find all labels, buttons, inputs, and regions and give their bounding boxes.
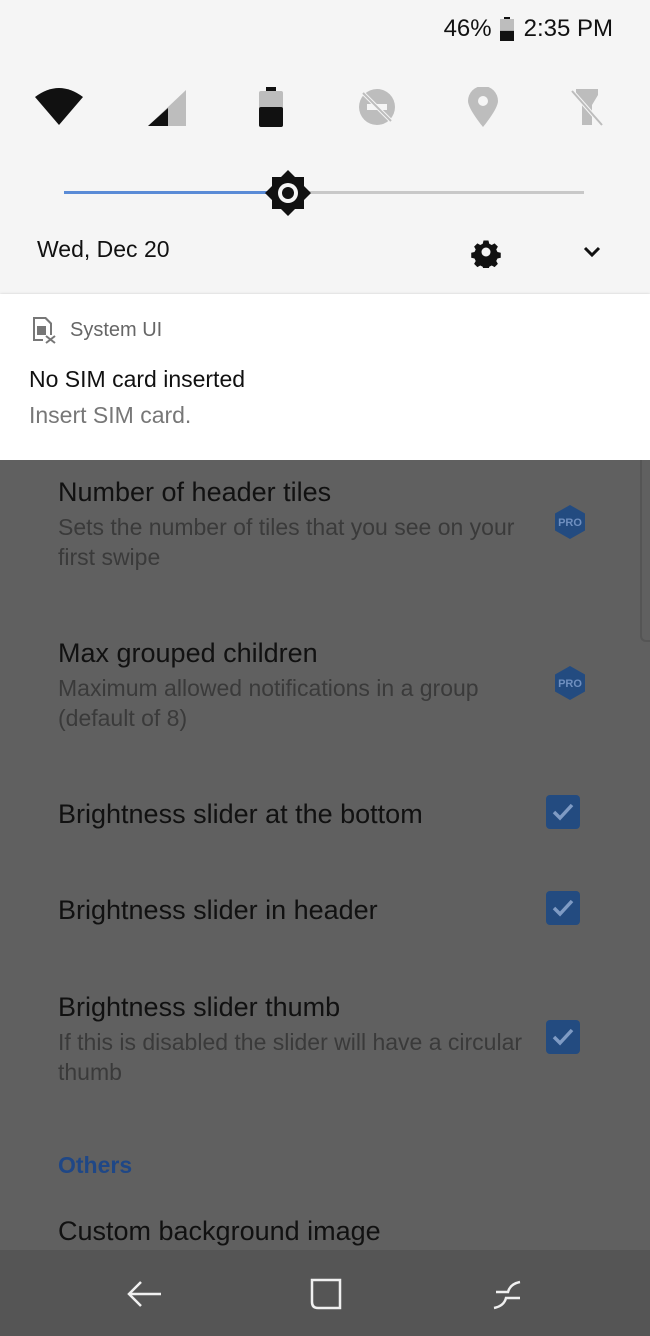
back-arrow-icon[interactable] <box>125 1274 165 1314</box>
brightness-track-fill <box>64 191 288 194</box>
notification-card[interactable]: System UI No SIM card inserted Insert SI… <box>0 294 650 460</box>
navigation-bar <box>0 1250 650 1336</box>
home-square-icon[interactable] <box>306 1274 346 1314</box>
setting-brightness-bottom[interactable]: Brightness slider at the bottom <box>58 798 528 830</box>
settings-list[interactable]: Number of header tiles Sets the number o… <box>0 460 650 1250</box>
setting-brightness-header[interactable]: Brightness slider in header <box>58 894 528 926</box>
scrollbar[interactable] <box>640 460 650 642</box>
sim-card-icon <box>33 317 56 344</box>
checkbox-brightness-header[interactable] <box>546 891 580 925</box>
setting-max-grouped-children[interactable]: Max grouped children Maximum allowed not… <box>58 637 528 733</box>
setting-title: Brightness slider at the bottom <box>58 799 423 829</box>
check-icon <box>552 1028 574 1046</box>
check-icon <box>552 899 574 917</box>
recent-apps-icon[interactable] <box>488 1274 528 1314</box>
notification-app-header: System UI <box>30 316 162 344</box>
svg-text:PRO: PRO <box>558 678 582 690</box>
setting-brightness-thumb[interactable]: Brightness slider thumb If this is disab… <box>58 991 528 1087</box>
setting-subtitle: Maximum allowed notifications in a group… <box>58 675 479 731</box>
brightness-slider[interactable] <box>64 170 584 216</box>
pro-badge-icon: PRO <box>555 666 585 700</box>
pro-badge-icon: PRO <box>555 505 585 539</box>
setting-custom-background[interactable]: Custom background image <box>58 1215 528 1247</box>
notification-body: Insert SIM card. <box>29 402 192 428</box>
notification-app-name: System UI <box>70 318 163 341</box>
battery-percent: 46% <box>443 15 492 42</box>
cellular-signal-icon[interactable] <box>140 80 194 134</box>
section-header-others: Others <box>58 1152 133 1178</box>
check-icon <box>552 803 574 821</box>
chevron-down-icon[interactable] <box>578 238 606 266</box>
checkbox-brightness-bottom[interactable] <box>546 795 580 829</box>
do-not-disturb-off-icon[interactable] <box>350 80 404 134</box>
quick-tiles-row <box>0 80 650 140</box>
setting-subtitle: If this is disabled the slider will have… <box>58 1029 523 1085</box>
notification-title: No SIM card inserted <box>29 366 246 392</box>
quick-settings-panel: 46% 2:35 PM Wed, Dec 20 <box>0 0 650 294</box>
brightness-thumb-icon[interactable] <box>264 170 311 216</box>
setting-header-tiles[interactable]: Number of header tiles Sets the number o… <box>58 476 528 572</box>
date-label: Wed, Dec 20 <box>37 236 170 262</box>
setting-title: Brightness slider thumb <box>58 992 341 1022</box>
battery-saver-icon[interactable] <box>244 80 298 134</box>
status-bar: 46% 2:35 PM <box>444 14 613 44</box>
checkbox-brightness-thumb[interactable] <box>546 1020 580 1054</box>
svg-text:PRO: PRO <box>558 517 582 529</box>
wifi-icon[interactable] <box>32 80 86 134</box>
location-icon[interactable] <box>456 80 510 134</box>
setting-subtitle: Sets the number of tiles that you see on… <box>58 514 515 570</box>
setting-title: Brightness slider in header <box>58 895 378 925</box>
flashlight-off-icon[interactable] <box>560 80 614 134</box>
setting-title: Max grouped children <box>58 638 318 668</box>
settings-gear-icon[interactable] <box>470 236 502 268</box>
battery-icon <box>499 17 514 41</box>
setting-title: Number of header tiles <box>58 477 332 507</box>
clock: 2:35 PM <box>523 15 613 42</box>
setting-title: Custom background image <box>58 1216 381 1246</box>
